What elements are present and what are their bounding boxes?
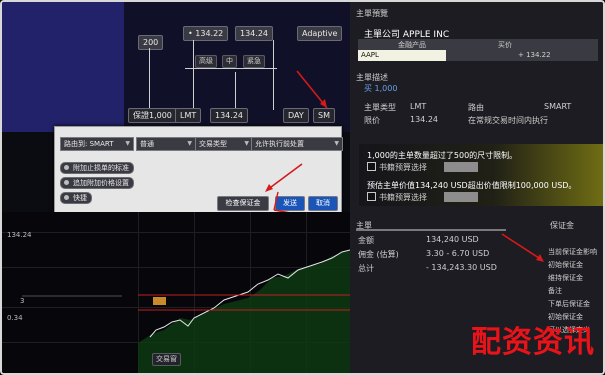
dialog-field-4[interactable]: 允许执行前处置 ▼ — [251, 137, 343, 151]
check-margin-button[interactable]: 检查保证金 — [217, 196, 269, 211]
quantity-field[interactable]: 200 — [138, 35, 164, 50]
dialog-field-3[interactable]: 交易类型 ▼ — [195, 137, 253, 151]
warning-value-checkbox[interactable]: 书籍预算选择 — [367, 192, 427, 203]
warning-size-input[interactable] — [444, 162, 478, 172]
urgency-button-mid[interactable]: 中 — [222, 55, 237, 68]
trade-window-button[interactable]: 交易窗 — [152, 353, 181, 366]
warning-value-input[interactable] — [444, 192, 478, 202]
preview-section-title: 主單預覽 — [356, 9, 388, 18]
bid-price: + 134.22 — [518, 51, 551, 59]
commission-value: 3.30 - 6.70 USD — [426, 249, 490, 258]
connector-line — [273, 40, 274, 110]
order-price-field[interactable]: 134.24 — [210, 108, 248, 123]
dialog-field-3-label: 交易类型 — [199, 140, 227, 148]
amount-label: 金额 — [358, 236, 374, 245]
connector-line — [149, 48, 150, 110]
watermark-text: 配资资讯 — [471, 325, 595, 360]
symbol: AAPL — [361, 51, 379, 59]
app-window: 200 • 134.22 134.24 Adaptive 高级 中 紧急 保證1… — [0, 0, 605, 375]
col-bid: 买价 — [498, 41, 512, 49]
maintenance-margin-label: 维持保证金 — [548, 274, 583, 282]
limit-price-field-1[interactable]: • 134.22 — [183, 26, 229, 41]
order-quantity-field[interactable]: 保證1,000 — [128, 108, 177, 123]
price-label: 限价 — [364, 116, 380, 125]
annotation-arrow-icon — [501, 233, 544, 262]
dialog-routing-select[interactable]: 路由到: SMART ▼ — [60, 137, 134, 151]
order-type-label: 主單类型 — [364, 103, 396, 112]
tif-label: 在常规交易时间内执行 — [468, 116, 548, 125]
dialog-field-2[interactable]: 普通 ▼ — [136, 137, 196, 151]
initial-margin-label: 初始保证金 — [548, 261, 583, 269]
connector-line — [193, 40, 194, 110]
urgency-button-high[interactable]: 高级 — [195, 55, 217, 68]
chevron-down-icon: ▼ — [125, 140, 130, 147]
dialog-field-4-label: 允许执行前处置 — [255, 140, 304, 148]
order-marker[interactable] — [153, 297, 166, 305]
workspace-left-panel — [2, 2, 124, 132]
checkbox-icon — [367, 192, 376, 201]
warning-size-checkbox[interactable]: 书籍预算选择 — [367, 162, 427, 173]
total-value: - 134,243.30 USD — [426, 263, 497, 272]
order-type-select[interactable]: LMT — [175, 108, 202, 123]
attach-price-checkbox[interactable]: 追加附加价格设置 — [60, 177, 134, 189]
algo-select[interactable]: Adaptive — [297, 26, 343, 41]
order-side-summary: 买 1,000 — [364, 84, 398, 93]
warning-block: 1,000的主单数量超过了500的尺寸限制。 书籍预算选择 预估主单价值134,… — [359, 144, 603, 206]
price-value: 134.24 — [410, 115, 438, 124]
annotation-arrow-icon — [265, 163, 303, 192]
annotation-arrow-icon — [296, 70, 328, 109]
warning-value-checkbox-label: 书籍预算选择 — [379, 193, 427, 202]
routing-value: SMART — [544, 102, 572, 111]
dialog-routing-label: 路由到: SMART — [64, 140, 114, 148]
warning-size-checkbox-label: 书籍预算选择 — [379, 163, 427, 172]
col-product: 金融产品 — [398, 41, 426, 49]
notes-label: 备注 — [548, 287, 562, 295]
product-row[interactable]: AAPL + 134.22 — [358, 50, 598, 61]
total-label: 总计 — [358, 264, 374, 273]
warning-size-text: 1,000的主单数量超过了500的尺寸限制。 — [367, 151, 518, 160]
commission-label: 佣金 (估算) — [358, 250, 399, 259]
margin-impact-label: 当前保证金影响 — [548, 248, 597, 256]
chevron-down-icon: ▼ — [244, 140, 249, 147]
connector-line — [185, 68, 277, 69]
attach-stop-checkbox[interactable]: 附加止损单的标准 — [60, 162, 134, 174]
description-section-title: 主單描述 — [356, 73, 388, 82]
urgency-button-urgent[interactable]: 紧急 — [243, 55, 265, 68]
product-header-row: 金融产品 买价 — [358, 39, 598, 50]
post-trade-margin-label: 下单后保证金 — [548, 300, 590, 308]
limit-price-field-2[interactable]: 134.24 — [235, 26, 273, 41]
price-series — [22, 249, 350, 373]
amount-value: 134,240 USD — [426, 235, 479, 244]
checkbox-icon — [367, 162, 376, 171]
order-entry-workspace: 200 • 134.22 134.24 Adaptive 高级 中 紧急 保證1… — [2, 2, 350, 132]
chevron-down-icon: ▼ — [334, 140, 339, 147]
warning-value-text: 预估主单价值134,240 USD超出价值限制100,000 USD。 — [367, 181, 577, 190]
section-divider — [356, 229, 506, 231]
margin-label: 保证金 — [550, 221, 574, 230]
price-chart[interactable]: 134.24 3 0.34 交易窗 — [2, 212, 350, 373]
dialog-field-2-label: 普通 — [140, 140, 154, 148]
quick-checkbox[interactable]: 快捷 — [60, 192, 92, 204]
order-type-value: LMT — [410, 102, 427, 111]
routing-label: 路由 — [468, 103, 484, 112]
chevron-down-icon: ▼ — [187, 140, 192, 147]
connector-line — [235, 72, 236, 110]
